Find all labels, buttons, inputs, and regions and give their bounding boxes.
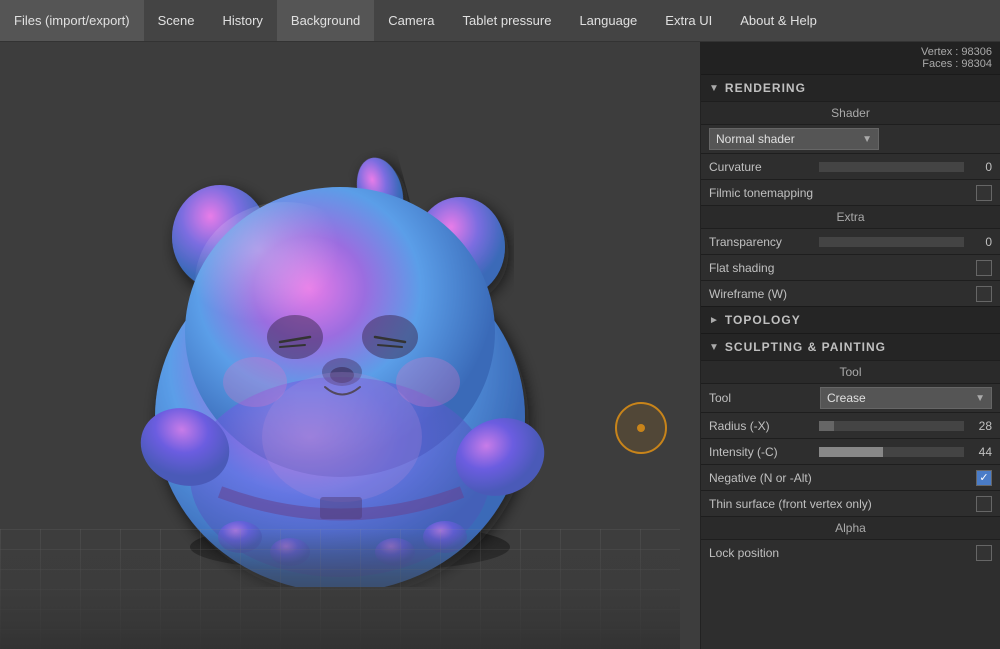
radius-row: Radius (-X) 28	[701, 412, 1000, 438]
tool-section-label: Tool	[701, 360, 1000, 383]
tool-dropdown[interactable]: Crease ▼	[820, 387, 992, 409]
topology-title: TOPOLOGY	[725, 313, 801, 327]
filmic-checkbox[interactable]	[976, 185, 992, 201]
menu-about-help[interactable]: About & Help	[726, 0, 831, 41]
model-container	[80, 92, 620, 592]
thin-surface-label: Thin surface (front vertex only)	[709, 497, 976, 511]
extra-label: Extra	[701, 205, 1000, 228]
wireframe-row: Wireframe (W)	[701, 280, 1000, 306]
intensity-label: Intensity (-C)	[709, 445, 819, 459]
topology-section-header[interactable]: ► TOPOLOGY	[701, 306, 1000, 333]
flat-shading-checkbox[interactable]	[976, 260, 992, 276]
flat-shading-label: Flat shading	[709, 261, 976, 275]
radius-track[interactable]	[819, 421, 964, 431]
curvature-row: Curvature 0	[701, 153, 1000, 179]
transparency-value: 0	[968, 235, 992, 249]
filmic-row: Filmic tonemapping	[701, 179, 1000, 205]
wireframe-control	[976, 286, 992, 302]
rendering-section-header[interactable]: ▼ RENDERING	[701, 74, 1000, 101]
menu-history[interactable]: History	[208, 0, 276, 41]
sculpting-title: SCULPTING & PAINTING	[725, 340, 886, 354]
intensity-row: Intensity (-C) 44	[701, 438, 1000, 464]
alpha-label: Alpha	[701, 516, 1000, 539]
intensity-track[interactable]	[819, 447, 964, 457]
transparency-track[interactable]	[819, 237, 964, 247]
stats-bar: Vertex : 98306 Faces : 98304	[701, 42, 1000, 74]
vertex-count: Vertex : 98306	[921, 46, 992, 58]
topology-arrow: ►	[709, 315, 719, 326]
menu-tablet-pressure[interactable]: Tablet pressure	[449, 0, 566, 41]
negative-checkbox[interactable]: ✓	[976, 470, 992, 486]
wireframe-label: Wireframe (W)	[709, 287, 976, 301]
filmic-control	[976, 185, 992, 201]
flat-shading-row: Flat shading	[701, 254, 1000, 280]
lock-position-row: Lock position	[701, 539, 1000, 565]
circle-gizmo[interactable]	[615, 402, 667, 454]
thin-surface-control	[976, 496, 992, 512]
radius-label: Radius (-X)	[709, 419, 819, 433]
menu-camera[interactable]: Camera	[374, 0, 448, 41]
main-area: Vertex : 98306 Faces : 98304 ▼ RENDERING…	[0, 42, 1000, 649]
curvature-label: Curvature	[709, 160, 819, 174]
model-svg	[90, 97, 610, 587]
menu-background[interactable]: Background	[277, 0, 374, 41]
faces-count: Faces : 98304	[922, 58, 992, 70]
thin-surface-row: Thin surface (front vertex only)	[701, 490, 1000, 516]
shader-dropdown-arrow: ▼	[862, 134, 872, 145]
sculpting-section-header[interactable]: ▼ SCULPTING & PAINTING	[701, 333, 1000, 360]
lock-position-label: Lock position	[709, 546, 976, 560]
circle-gizmo-dot	[637, 424, 645, 432]
filmic-label: Filmic tonemapping	[709, 186, 976, 200]
menu-scene[interactable]: Scene	[144, 0, 209, 41]
curvature-track[interactable]	[819, 162, 964, 172]
wireframe-checkbox[interactable]	[976, 286, 992, 302]
shader-row: Normal shader ▼	[701, 124, 1000, 153]
radius-value: 28	[968, 419, 992, 433]
flat-shading-control	[976, 260, 992, 276]
shader-label: Shader	[701, 101, 1000, 124]
negative-row: Negative (N or -Alt) ✓	[701, 464, 1000, 490]
intensity-value: 44	[968, 445, 992, 459]
tool-dropdown-arrow: ▼	[975, 393, 985, 404]
menu-language[interactable]: Language	[565, 0, 651, 41]
lock-position-checkbox[interactable]	[976, 545, 992, 561]
menu-bar: Files (import/export) Scene History Back…	[0, 0, 1000, 42]
lock-position-control	[976, 545, 992, 561]
grid-floor	[0, 529, 680, 649]
sculpting-arrow: ▼	[709, 342, 719, 353]
tool-row: Tool Crease ▼	[701, 383, 1000, 412]
menu-extra-ui[interactable]: Extra UI	[651, 0, 726, 41]
transparency-label: Transparency	[709, 235, 819, 249]
tool-value: Crease	[827, 391, 866, 405]
thin-surface-checkbox[interactable]	[976, 496, 992, 512]
curvature-value: 0	[968, 160, 992, 174]
tool-label: Tool	[709, 391, 820, 405]
right-panel: Vertex : 98306 Faces : 98304 ▼ RENDERING…	[700, 42, 1000, 649]
menu-files[interactable]: Files (import/export)	[0, 0, 144, 41]
transparency-row: Transparency 0	[701, 228, 1000, 254]
shader-value: Normal shader	[716, 132, 795, 146]
rendering-title: RENDERING	[725, 81, 806, 95]
shader-dropdown[interactable]: Normal shader ▼	[709, 128, 879, 150]
negative-label: Negative (N or -Alt)	[709, 471, 976, 485]
viewport[interactable]	[0, 42, 700, 649]
negative-control: ✓	[976, 470, 992, 486]
rendering-arrow: ▼	[709, 83, 719, 94]
